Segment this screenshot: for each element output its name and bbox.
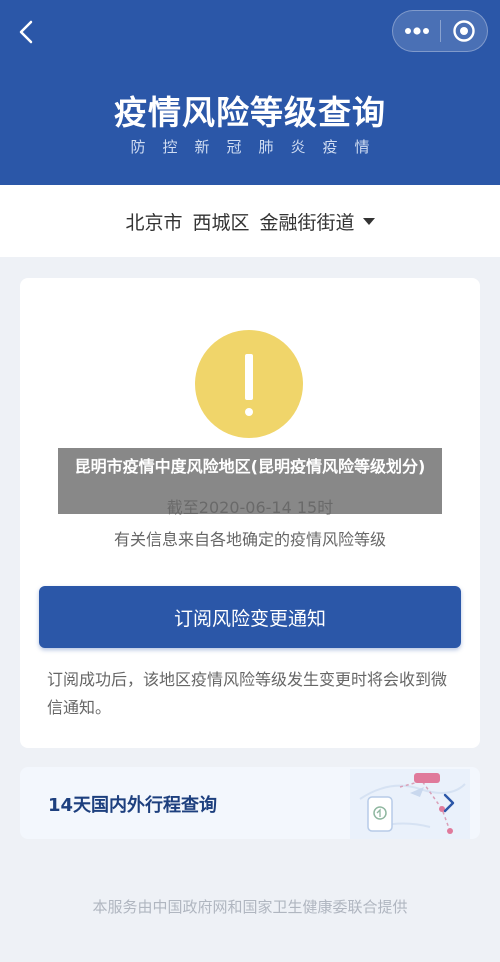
close-button[interactable] [441, 11, 487, 51]
caret-down-icon [362, 217, 375, 225]
location-text: 北京市 西城区 金融街街道 [125, 211, 355, 234]
target-close-icon [453, 20, 475, 42]
trip-query-title: 14天国内外行程查询 [48, 795, 218, 816]
footer-note: 本服务由中国政府网和国家卫生健康委联合提供 [92, 898, 408, 916]
chevron-left-icon [19, 20, 33, 44]
subscribe-button[interactable]: 订阅风险变更通知 [39, 586, 461, 648]
more-dots-icon [404, 27, 429, 35]
trip-query-card[interactable]: 14天国内外行程查询 [20, 767, 480, 839]
location-selector[interactable]: 北京市 西城区 金融街街道 [0, 185, 500, 257]
back-button[interactable] [14, 16, 40, 48]
exclamation-circle-icon [195, 330, 303, 438]
mini-program-capsule [392, 10, 488, 52]
source-note: 有关信息来自各地确定的疫情风险等级 [113, 530, 386, 549]
subscribe-tip: 订阅成功后，该地区疫情风险等级发生变更时将会收到微信通知。 [47, 670, 448, 717]
chevron-right-icon [443, 793, 455, 813]
page-subtitle: 防控新冠肺炎疫情 [130, 138, 387, 156]
more-button[interactable] [393, 11, 440, 51]
caption-overlay: 昆明市疫情中度风险地区(昆明疫情风险等级划分) [58, 448, 442, 514]
header: 疫情风险等级查询 防控新冠肺炎疫情 [0, 0, 500, 185]
page-title: 疫情风险等级查询 [114, 93, 386, 132]
